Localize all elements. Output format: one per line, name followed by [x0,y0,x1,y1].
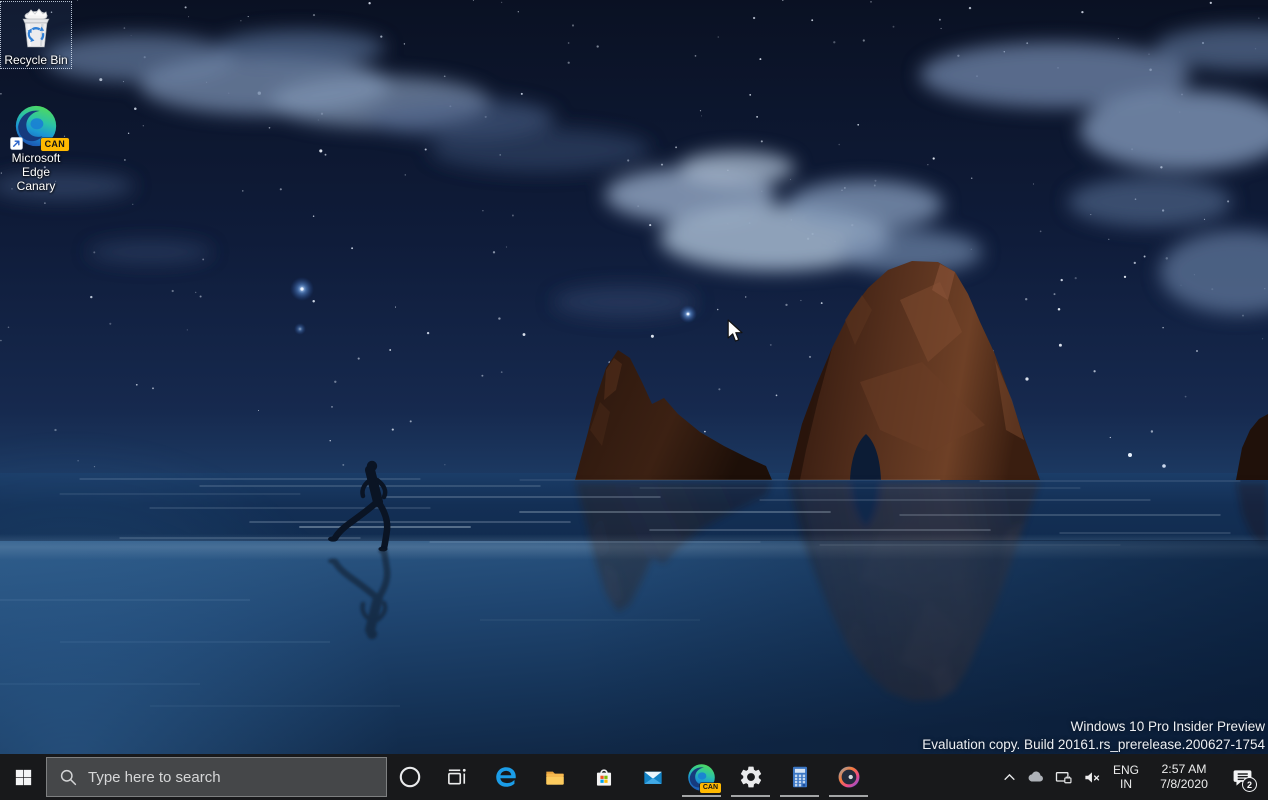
microsoft-store-icon [591,764,617,790]
action-center-button[interactable]: 2 [1221,754,1263,800]
windows-logo-icon [15,769,32,786]
tray-onedrive[interactable] [1021,754,1049,800]
taskbar-search-box[interactable]: Type here to search [46,757,387,797]
taskbar-app-edge-canary[interactable]: CAN [677,754,726,800]
tray-network[interactable] [1049,754,1077,800]
settings-gear-icon [738,764,764,790]
desktop-icon-label: Recycle Bin [4,53,67,67]
taskbar: Type here to search CAN [0,754,1268,800]
desktop: Recycle Bin CAN Microsoft Edge Canary Wi… [0,0,1268,754]
tray-language-indicator[interactable]: ENG IN [1105,754,1147,800]
edge-canary-icon: CAN [14,102,58,148]
task-view-icon [444,764,470,790]
tray-clock[interactable]: 2:57 AM 7/8/2020 [1147,754,1221,800]
show-hidden-icons-button[interactable] [997,754,1021,800]
calculator-icon [787,764,813,790]
taskbar-app-settings[interactable] [726,754,775,800]
file-explorer-icon [542,764,568,790]
insider-watermark: Windows 10 Pro Insider Preview Evaluatio… [922,718,1265,754]
clock-date: 7/8/2020 [1160,777,1208,792]
gradient-disc-icon [836,764,862,790]
desktop-icon-recycle-bin[interactable]: Recycle Bin [0,1,72,69]
watermark-line2: Evaluation copy. Build 20161.rs_prerelea… [922,736,1265,754]
recycle-bin-icon [14,4,58,50]
desktop-icon-label: Microsoft Edge Canary [1,151,71,193]
mouse-cursor [727,319,745,344]
shortcut-arrow-icon [10,137,23,150]
wallpaper-night-beach [0,0,1268,754]
canary-channel-badge: CAN [41,138,69,151]
language-secondary: IN [1120,777,1132,791]
taskbar-app-store[interactable] [579,754,628,800]
chevron-up-icon [999,767,1020,788]
watermark-line1: Windows 10 Pro Insider Preview [922,718,1265,736]
search-placeholder: Type here to search [88,769,221,786]
notification-count-badge: 2 [1242,777,1257,792]
taskbar-app-task-view[interactable] [432,754,481,800]
mail-icon [640,764,666,790]
volume-muted-icon [1081,767,1102,788]
cortana-icon [398,765,422,789]
network-icon [1053,767,1074,788]
onedrive-cloud-icon [1025,767,1046,788]
taskbar-app-calculator[interactable] [775,754,824,800]
tray-volume[interactable] [1077,754,1105,800]
canary-channel-badge: CAN [700,783,721,793]
cortana-button[interactable] [387,754,432,800]
system-tray: ENG IN 2:57 AM 7/8/2020 2 [997,754,1268,800]
taskbar-app-media[interactable] [824,754,873,800]
language-primary: ENG [1113,763,1139,777]
edge-icon [493,764,519,790]
search-icon [59,768,78,787]
taskbar-app-edge[interactable] [481,754,530,800]
clock-time: 2:57 AM [1161,762,1206,777]
desktop-icon-edge-canary[interactable]: CAN Microsoft Edge Canary [0,99,72,195]
start-button[interactable] [0,754,46,800]
taskbar-app-file-explorer[interactable] [530,754,579,800]
taskbar-app-mail[interactable] [628,754,677,800]
